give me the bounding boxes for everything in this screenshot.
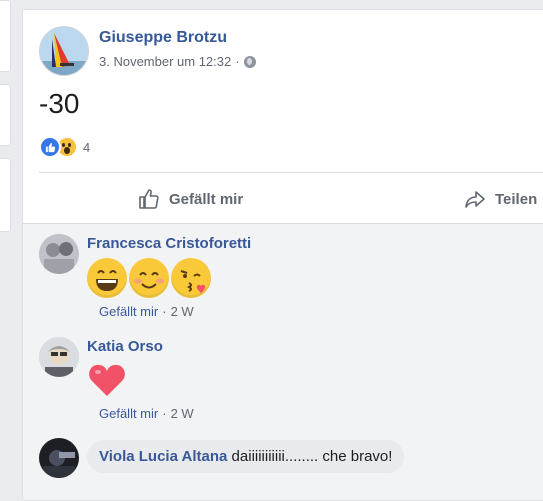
like-button-label: Gefällt mir [169,190,244,208]
post-author[interactable]: Giuseppe Brotzu [99,29,227,47]
comment-actions: Gefällt mir · 2 W [99,406,194,421]
left-card [0,158,11,232]
left-card [0,84,11,146]
post-text: -30 [39,88,80,119]
like-button[interactable]: Gefällt mir [137,187,243,211]
comment-emojis [87,258,211,298]
share-button-label: Teilen [495,190,538,208]
comment-separator: · [162,304,167,319]
smiling-face-icon [129,258,169,298]
comment-author[interactable]: Viola Lucia Altana [99,448,227,465]
grinning-face-icon [87,258,127,298]
reactions-summary[interactable]: 4 [39,136,90,158]
comment-author[interactable]: Katia Orso [87,338,163,355]
globe-icon[interactable] [243,55,256,68]
post-timestamp[interactable]: 3. November um 12:32 [99,54,231,69]
meta-separator: · [235,54,240,69]
author-avatar[interactable] [39,26,89,76]
share-button[interactable]: Teilen [463,187,537,211]
comment-time[interactable]: 2 W [171,304,194,319]
comment-actions: Gefällt mir · 2 W [99,304,194,319]
red-heart-icon [89,364,125,396]
reaction-count: 4 [83,139,91,155]
post-card: Giuseppe Brotzu 3. November um 12:32 · -… [22,9,543,501]
left-column [0,0,11,486]
post-meta: 3. November um 12:32 · [99,54,256,69]
actions-divider [39,172,543,173]
comment-emojis [87,360,127,400]
comment-like-link[interactable]: Gefällt mir [99,406,158,421]
windsurf-image [40,27,88,75]
thumbs-up-icon [139,189,159,209]
comment-author[interactable]: Francesca Cristoforetti [87,235,251,252]
comment-like-link[interactable]: Gefällt mir [99,304,158,319]
commenter-avatar[interactable] [39,337,79,377]
comment-text: daiiiiiiiiiii........ che bravo! [231,448,393,465]
comment-bubble: Viola Lucia Altana daiiiiiiiiiii........… [87,440,405,473]
comment-time[interactable]: 2 W [171,406,194,421]
share-arrow-icon [465,191,485,208]
like-reaction-icon [39,136,61,158]
comment-separator: · [162,406,167,421]
commenter-avatar[interactable] [39,438,79,478]
left-card [0,0,11,72]
kissing-face-icon [171,258,211,298]
commenter-avatar[interactable] [39,234,79,274]
